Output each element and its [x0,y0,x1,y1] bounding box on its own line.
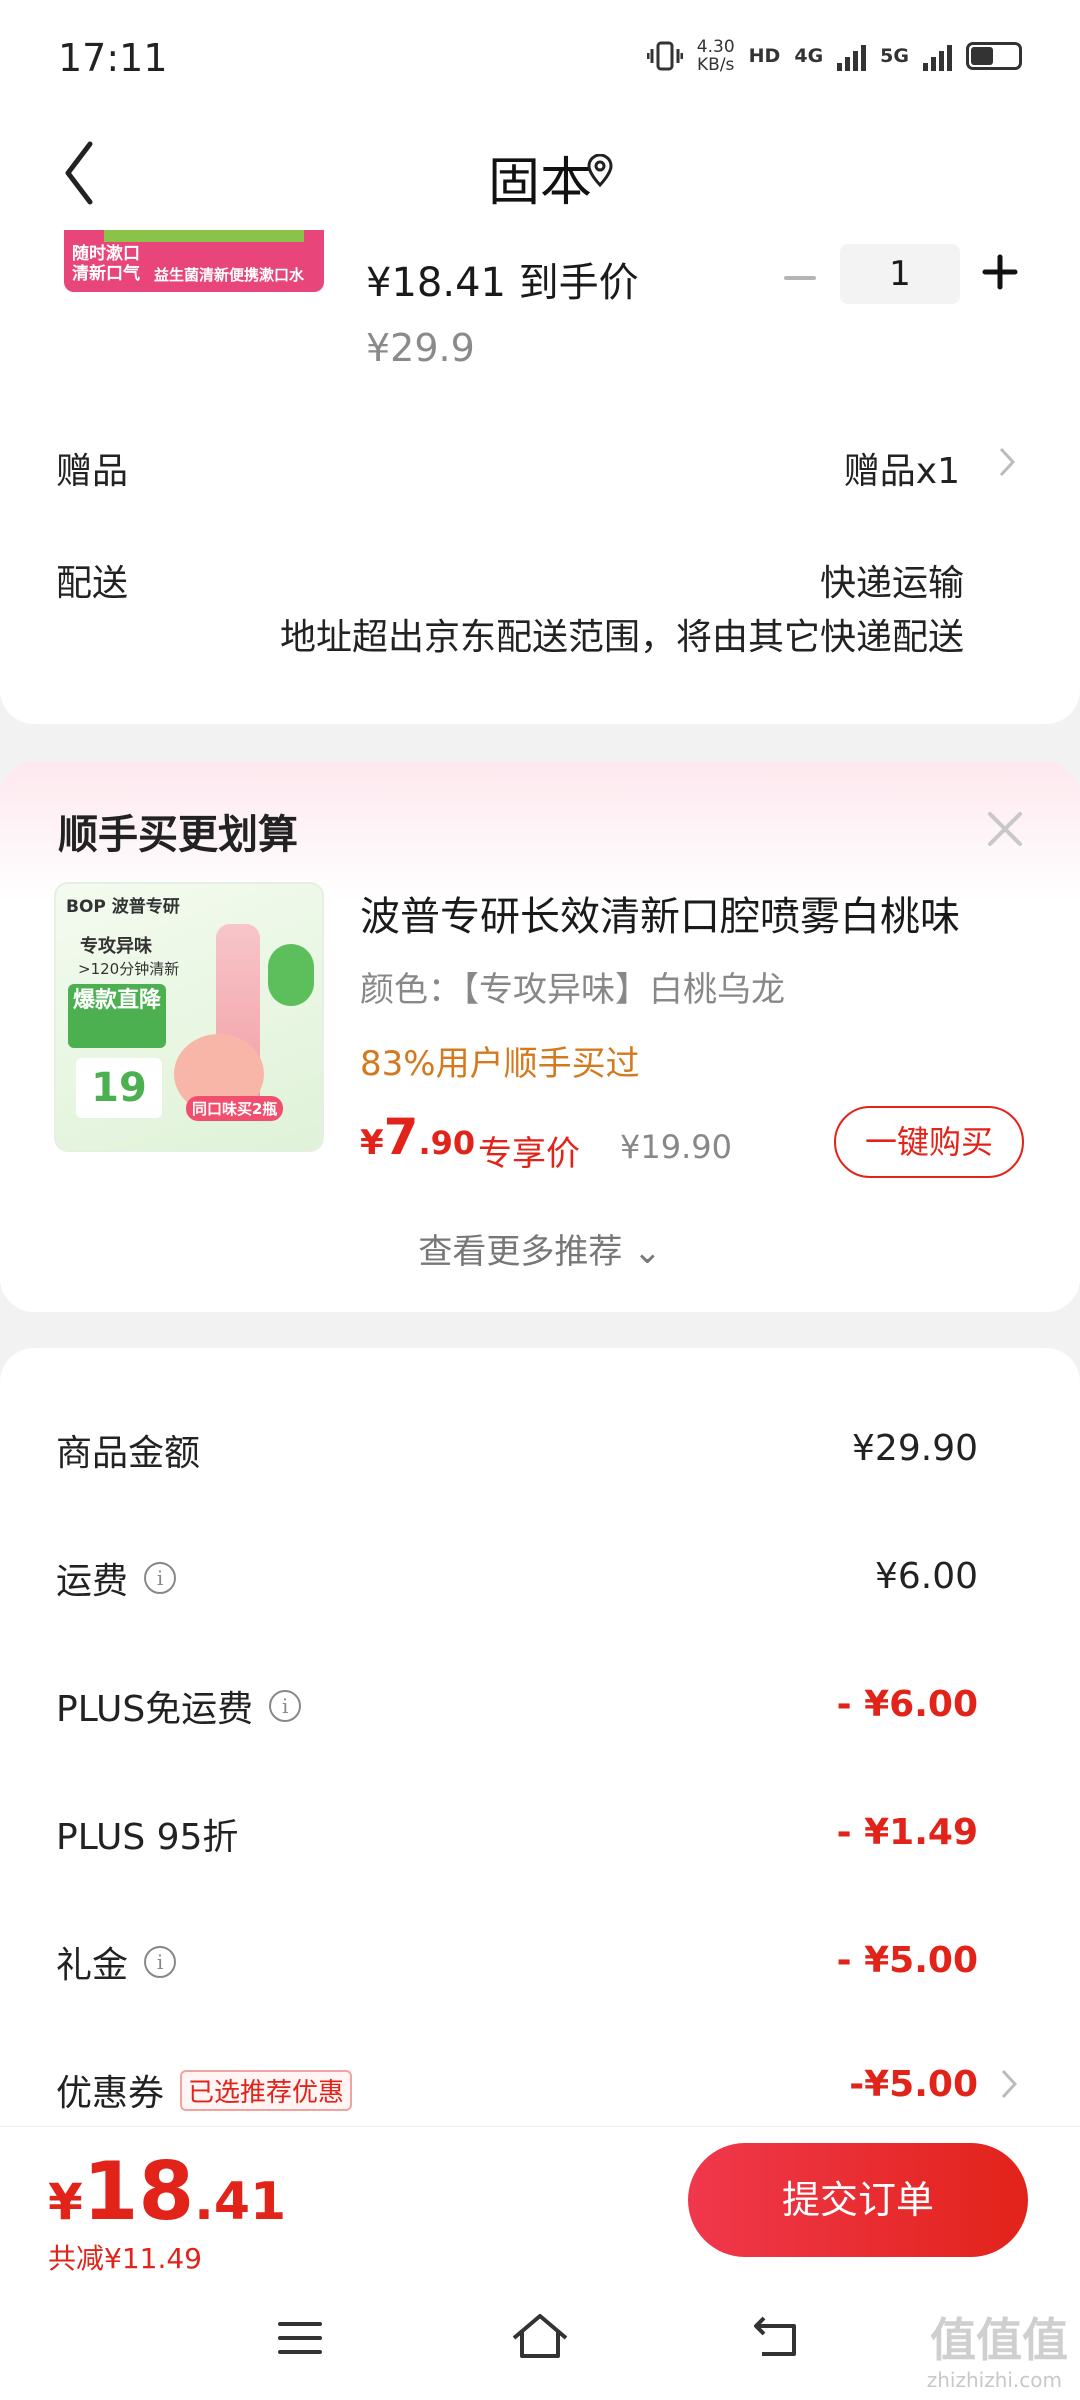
recommended-price: ¥7.90 [360,1108,475,1166]
thumbnail-line-1: 随时漱口 [72,244,140,264]
signal-1-icon [837,41,867,71]
gift-label: 赠品 [56,451,129,492]
image-green-badge [268,944,314,1006]
exclusive-price-label: 专享价 [478,1134,580,1174]
more-recommendations-link[interactable]: 查看更多推荐 ⌄ [0,1224,1080,1273]
price-summary-card: 商品金额 ¥29.90 运费 i ¥6.00 PLUS免运费 i - ¥6.00 P… [0,1348,1080,2148]
summary-label: 运费 [56,1561,129,1602]
summary-row-plus-shipping: PLUS免运费 i [56,1680,302,1732]
net-speed: 4.30 KB/s [697,38,735,74]
coupon-tag: 已选推荐优惠 [180,2069,353,2111]
summary-row-goods: 商品金额 [56,1424,200,1476]
summary-value: ¥6.00 [874,1556,978,1597]
summary-value: ¥29.90 [852,1428,978,1469]
thumbnail-line-2: 清新口气 [72,264,140,284]
summary-value: - ¥1.49 [836,1812,978,1853]
back-icon[interactable] [752,2314,802,2358]
recommended-original-price: ¥19.90 [620,1128,732,1166]
summary-label: 优惠券 [56,2073,165,2114]
page-header: 固本 [0,120,1080,230]
product-thumbnail[interactable]: 随时漱口 清新口气 益生菌清新便携漱口水 [64,230,324,292]
image-subline: >120分钟清新 [78,960,180,978]
info-icon[interactable]: i [269,1690,302,1722]
chevron-right-icon[interactable] [1000,2068,1018,2100]
price-currency: ¥ [360,1123,384,1163]
quantity-plus-icon[interactable] [982,254,1018,290]
image-price: 19 [76,1058,162,1118]
status-icons: 4.30 KB/s HD 4G 5G [646,38,1022,74]
summary-row-shipping: 运费 i [56,1552,177,1604]
gift-value[interactable]: 赠品x1 [844,442,960,494]
net-speed-unit: KB/s [697,55,735,75]
thumbnail-stripe [104,230,304,242]
image-headline: 专攻异味 [80,936,152,957]
status-bar: 17:11 4.30 KB/s HD 4G 5G [0,0,1080,120]
summary-label: PLUS 95折 [56,1817,239,1858]
image-brand: BOP 波普专研 [66,897,180,917]
menu-icon[interactable] [276,2318,324,2358]
page-title: 固本 [0,140,1080,215]
quantity-field[interactable]: 1 [840,244,960,304]
summary-row-gift-cash: 礼金 i [56,1936,177,1988]
summary-value: - ¥6.00 [836,1684,978,1725]
home-icon[interactable] [508,2310,572,2362]
location-pin-icon[interactable] [586,154,614,188]
summary-row-plus-discount: PLUS 95折 [56,1808,238,1860]
submit-order-button[interactable]: 提交订单 [688,2143,1028,2257]
checkout-bar: ¥18.41 共减¥11.49 提交订单 [0,2126,1080,2286]
summary-label: PLUS免运费 [56,1689,254,1730]
net-type-2: 5G [880,45,909,67]
shipping-method: 快递运输 [819,563,964,604]
thumbnail-text: 随时漱口 清新口气 [72,244,140,284]
info-icon[interactable]: i [144,1562,177,1594]
one-click-buy-button[interactable]: 一键购买 [834,1106,1024,1178]
watermark-logo: 值值值 [930,2313,1068,2367]
watermark-url: zhizhizhi.com [926,2368,1062,2392]
recommended-product-image[interactable]: BOP 波普专研 专攻异味 >120分钟清新 爆款直降 19 同口味买2瓶 [54,882,324,1152]
recommended-bought-rate: 83%用户顺手买过 [360,1044,640,1084]
status-time: 17:11 [58,36,168,80]
recommended-product-name[interactable]: 波普专研长效清新口腔喷雾白桃味 [360,884,960,942]
summary-value: - ¥5.00 [836,1940,978,1981]
shipping-note: 地址超出京东配送范围，将由其它快递配送 [279,617,964,658]
summary-value[interactable]: -¥5.00 [849,2064,978,2105]
signal-2-icon [923,41,952,71]
recommendation-title: 顺手买更划算 [58,812,298,858]
quantity-minus-icon[interactable] [780,258,820,298]
final-price: ¥18.41 到手价 [366,260,639,306]
summary-row-coupon[interactable]: 优惠券 已选推荐优惠 [56,2064,353,2116]
page-title-text: 固本 [487,153,592,213]
product-card: 随时漱口 清新口气 益生菌清新便携漱口水 ¥18.41 到手价 ¥29.9 1 赠… [0,230,1080,724]
shipping-label: 配送 [56,563,129,604]
total-currency: ¥ [48,2173,83,2231]
system-nav-bar [0,2286,1080,2400]
chevron-right-icon[interactable] [998,446,1016,478]
battery-icon [966,42,1022,70]
net-speed-value: 4.30 [696,37,735,57]
thumbnail-caption: 益生菌清新便携漱口水 [154,266,305,284]
hd-badge: HD [748,45,781,67]
close-icon[interactable] [986,810,1024,848]
net-type-1: 4G [794,45,824,67]
image-promo-tag: 同口味买2瓶 [186,1096,284,1121]
total-saved: 共减¥11.49 [48,2242,202,2275]
original-price: ¥29.9 [366,326,475,370]
image-hot-badge: 爆款直降 [68,984,166,1048]
total-decimal: .41 [194,2172,287,2232]
summary-label: 礼金 [56,1945,129,1986]
price-decimal: .90 [418,1124,476,1162]
info-icon[interactable]: i [144,1946,177,1978]
summary-label: 商品金额 [56,1433,201,1474]
recommendation-card: 顺手买更划算 BOP 波普专研 专攻异味 >120分钟清新 爆款直降 19 同口… [0,762,1080,1312]
total-integer: 18 [82,2145,195,2238]
total-price: ¥18.41 [48,2145,286,2238]
vibrate-icon [646,41,683,71]
price-integer: 7 [383,1108,419,1166]
recommended-product-variant: 颜色：【专攻异味】白桃乌龙 [360,970,785,1010]
